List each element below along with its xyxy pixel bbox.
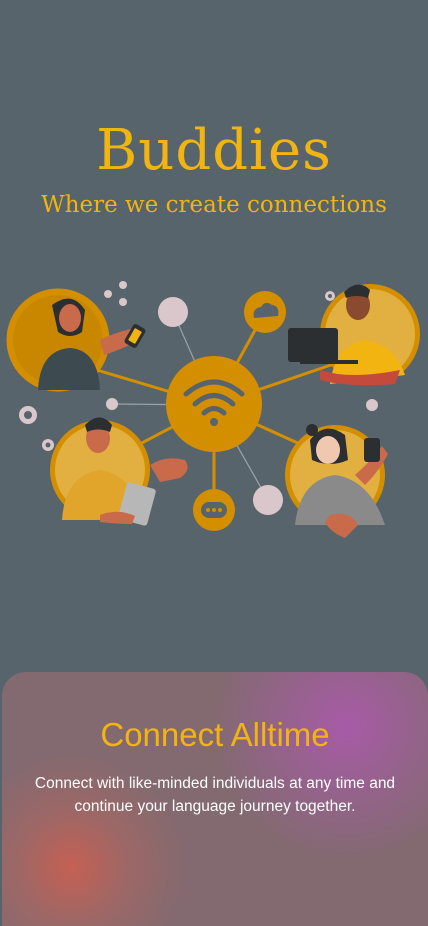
hero-section: Buddies Where we create connections — [0, 0, 428, 680]
cloud-icon — [244, 291, 286, 333]
dot — [253, 485, 283, 515]
app-title: Buddies — [96, 118, 332, 183]
dot — [158, 297, 188, 327]
person-with-phone — [6, 288, 146, 392]
card-description: Connect with like-minded individuals at … — [34, 775, 396, 815]
wifi-icon — [166, 356, 262, 452]
onboarding-card: Connect Alltime Connect with like-minded… — [2, 672, 428, 926]
app-tagline: Where we create connections — [41, 192, 387, 218]
person-texting — [285, 424, 388, 538]
card-title: Connect Alltime — [100, 716, 330, 753]
chat-bubble-icon — [193, 489, 235, 531]
person-with-laptop — [288, 284, 420, 386]
person-with-tablet — [50, 417, 188, 526]
connections-illustration — [6, 281, 420, 538]
